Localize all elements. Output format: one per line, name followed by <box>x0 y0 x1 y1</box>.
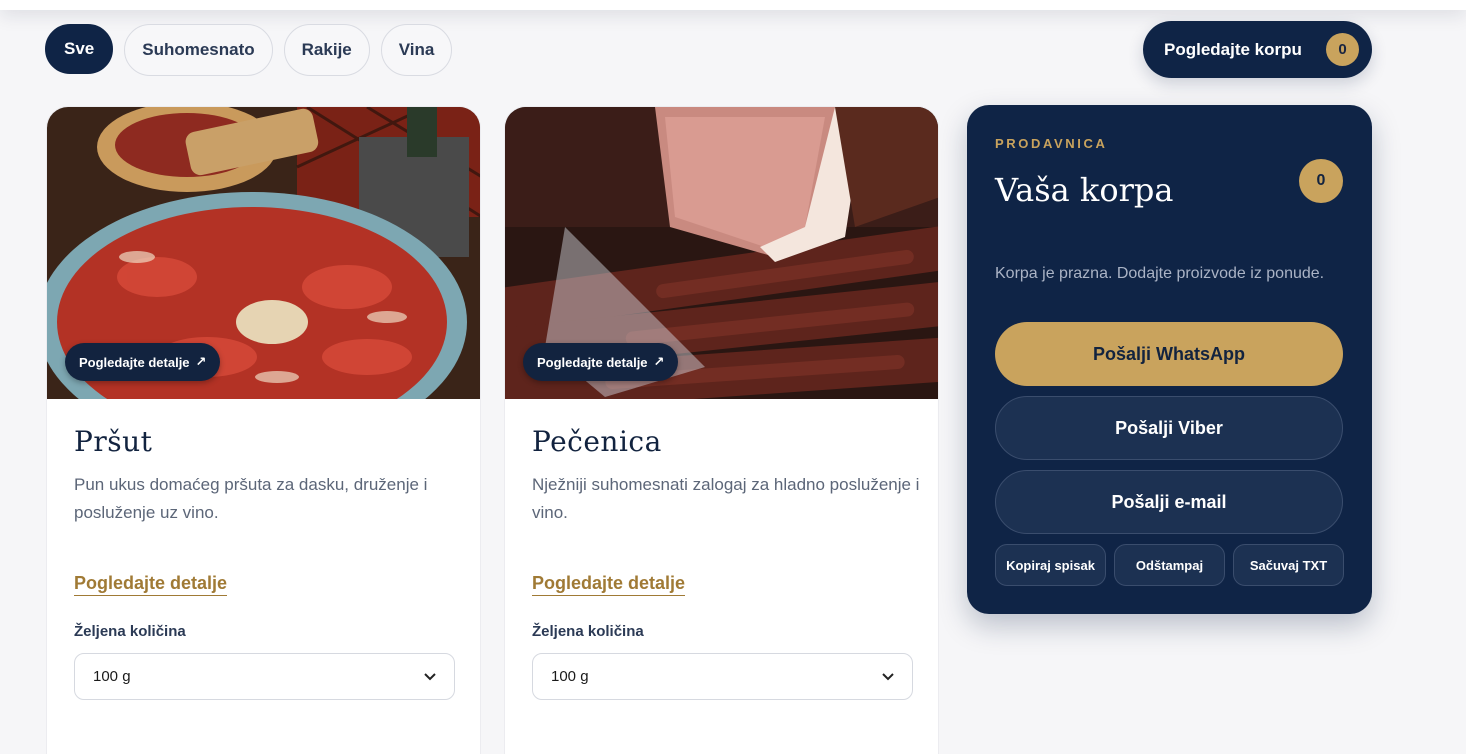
product-description: Nježniji suhomesnati zalogaj za hladno p… <box>532 475 920 522</box>
quantity-label: Željena količina <box>532 623 644 640</box>
product-card-prsut: Pogledajte detalje ↗ Pršut Pun ukus doma… <box>46 106 481 754</box>
save-txt-button[interactable]: Sačuvaj TXT <box>1233 544 1344 586</box>
filter-rakije[interactable]: Rakije <box>283 24 370 76</box>
product-card-pecenica: Pogledajte detalje ↗ Pečenica Nježniji s… <box>504 106 939 754</box>
product-details-link[interactable]: Pogledajte detalje <box>532 573 686 596</box>
copy-list-button[interactable]: Kopiraj spisak <box>995 544 1106 586</box>
filter-vina[interactable]: Vina <box>380 24 453 76</box>
product-description: Pun ukus domaćeg pršuta za dasku, družen… <box>74 475 428 522</box>
product-image-pecenica[interactable]: Pogledajte detalje ↗ <box>505 107 938 399</box>
cart-panel-title: Vaša korpa <box>995 171 1174 209</box>
chevron-down-icon <box>424 668 436 685</box>
send-email-button[interactable]: Pošalji e-mail <box>995 470 1343 534</box>
quantity-label: Željena količina <box>74 623 186 640</box>
product-details-chip[interactable]: Pogledajte detalje ↗ <box>523 343 679 381</box>
product-details-chip-label: Pogledajte detalje <box>79 354 190 370</box>
product-image-prsut[interactable]: Pogledajte detalje ↗ <box>47 107 480 399</box>
filter-sve[interactable]: Sve <box>45 24 114 74</box>
cart-panel: PRODAVNICA Vaša korpa 0 Korpa je prazna.… <box>967 105 1372 614</box>
arrow-up-right-icon: ↗ <box>653 354 665 369</box>
quantity-selected-value: 100 g <box>551 668 589 685</box>
send-viber-button[interactable]: Pošalji Viber <box>995 396 1343 460</box>
top-header-shadow <box>0 0 1466 10</box>
chevron-down-icon <box>882 668 894 685</box>
product-details-chip[interactable]: Pogledajte detalje ↗ <box>65 343 221 381</box>
quantity-select[interactable]: 100 g <box>532 653 913 700</box>
send-whatsapp-button[interactable]: Pošalji WhatsApp <box>995 322 1343 386</box>
cart-empty-message: Korpa je prazna. Dodajte proizvode iz po… <box>995 265 1325 282</box>
cart-count-badge: 0 <box>1326 33 1359 66</box>
quantity-selected-value: 100 g <box>93 668 131 685</box>
filter-suhomesnato[interactable]: Suhomesnato <box>124 24 273 76</box>
product-details-link[interactable]: Pogledajte detalje <box>74 573 228 596</box>
view-cart-button[interactable]: Pogledajte korpu 0 <box>1143 21 1372 78</box>
cart-panel-count-badge: 0 <box>1299 159 1343 203</box>
view-cart-label: Pogledajte korpu <box>1164 39 1302 59</box>
product-title: Pršut <box>74 425 153 458</box>
category-filters: Sve Suhomesnato Rakije Vina <box>45 24 453 76</box>
arrow-up-right-icon: ↗ <box>195 354 207 369</box>
product-title: Pečenica <box>532 425 662 458</box>
print-button[interactable]: Odštampaj <box>1114 544 1225 586</box>
cart-panel-kicker: PRODAVNICA <box>995 136 1108 151</box>
product-details-chip-label: Pogledajte detalje <box>537 354 648 370</box>
quantity-select[interactable]: 100 g <box>74 653 455 700</box>
cart-secondary-actions: Kopiraj spisak Odštampaj Sačuvaj TXT <box>995 544 1344 586</box>
